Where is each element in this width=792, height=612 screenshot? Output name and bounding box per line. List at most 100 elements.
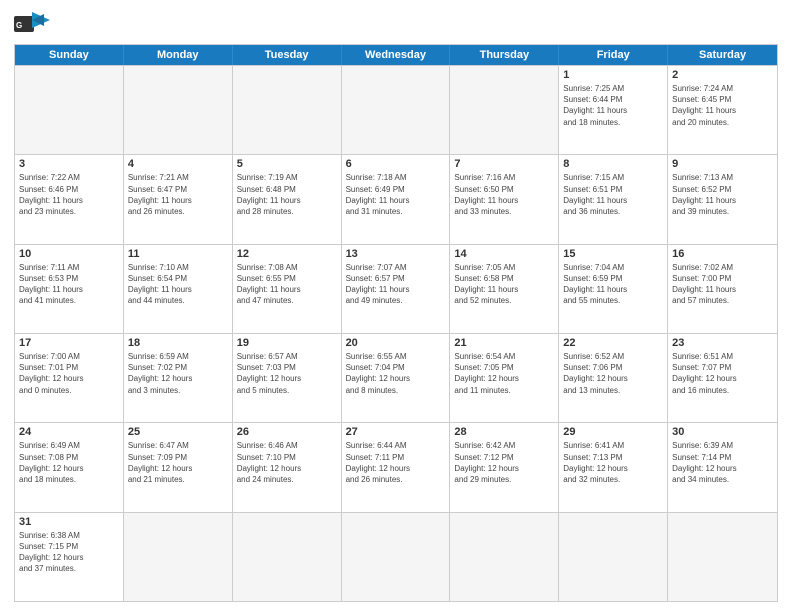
cell-info: Sunrise: 7:16 AMSunset: 6:50 PMDaylight:… [454,172,554,217]
calendar-row: 17 Sunrise: 7:00 AMSunset: 7:01 PMDayligh… [15,333,777,422]
day-number: 16 [672,248,773,260]
logo-icon: G [14,10,50,38]
calendar-cell: 17 Sunrise: 7:00 AMSunset: 7:01 PMDayligh… [15,334,124,422]
calendar-body: 1Sunrise: 7:25 AMSunset: 6:44 PMDaylight… [15,65,777,601]
calendar-cell: 19 Sunrise: 6:57 AMSunset: 7:03 PMDayligh… [233,334,342,422]
svg-text:G: G [16,21,22,30]
cell-info: Sunrise: 7:15 AMSunset: 6:51 PMDaylight:… [563,172,663,217]
cell-info: Sunrise: 6:41 AMSunset: 7:13 PMDaylight:… [563,440,663,485]
calendar-cell [342,66,451,154]
calendar-cell [342,513,451,601]
calendar-cell: 14 Sunrise: 7:05 AMSunset: 6:58 PMDayligh… [450,245,559,333]
day-number: 21 [454,337,554,349]
cell-info: Sunrise: 6:42 AMSunset: 7:12 PMDaylight:… [454,440,554,485]
calendar-cell: 30 Sunrise: 6:39 AMSunset: 7:14 PMDayligh… [668,423,777,511]
day-number: 12 [237,248,337,260]
calendar-cell: 20Sunrise: 6:55 AMSunset: 7:04 PMDayligh… [342,334,451,422]
day-number: 7 [454,158,554,170]
calendar-cell: 27 Sunrise: 6:44 AMSunset: 7:11 PMDayligh… [342,423,451,511]
calendar-cell [233,513,342,601]
cell-info: Sunrise: 7:05 AMSunset: 6:58 PMDaylight:… [454,262,554,307]
calendar-header: SundayMondayTuesdayWednesdayThursdayFrid… [15,45,777,65]
calendar-cell: 1Sunrise: 7:25 AMSunset: 6:44 PMDaylight… [559,66,668,154]
day-number: 19 [237,337,337,349]
calendar-cell [450,513,559,601]
calendar-cell: 16 Sunrise: 7:02 AMSunset: 7:00 PMDayligh… [668,245,777,333]
cell-info: Sunrise: 7:18 AMSunset: 6:49 PMDaylight:… [346,172,446,217]
calendar-cell: 15 Sunrise: 7:04 AMSunset: 6:59 PMDayligh… [559,245,668,333]
calendar-cell: 25 Sunrise: 6:47 AMSunset: 7:09 PMDayligh… [124,423,233,511]
cell-info: Sunrise: 6:59 AMSunset: 7:02 PMDaylight:… [128,351,228,396]
calendar-cell [559,513,668,601]
day-number: 23 [672,337,773,349]
calendar-cell: 13 Sunrise: 7:07 AMSunset: 6:57 PMDayligh… [342,245,451,333]
cell-info: Sunrise: 6:47 AMSunset: 7:09 PMDaylight:… [128,440,228,485]
calendar-cell: 9 Sunrise: 7:13 AMSunset: 6:52 PMDaylight… [668,155,777,243]
day-number: 2 [672,69,773,81]
calendar-cell: 4Sunrise: 7:21 AMSunset: 6:47 PMDaylight… [124,155,233,243]
day-number: 20 [346,337,446,349]
cell-info: Sunrise: 6:44 AMSunset: 7:11 PMDaylight:… [346,440,446,485]
day-number: 8 [563,158,663,170]
calendar-cell: 24 Sunrise: 6:49 AMSunset: 7:08 PMDayligh… [15,423,124,511]
cell-info: Sunrise: 6:57 AMSunset: 7:03 PMDaylight:… [237,351,337,396]
weekday-header: Monday [124,45,233,65]
calendar-cell: 3 Sunrise: 7:22 AMSunset: 6:46 PMDaylight… [15,155,124,243]
calendar-cell [233,66,342,154]
calendar-cell [450,66,559,154]
cell-info: Sunrise: 6:51 AMSunset: 7:07 PMDaylight:… [672,351,773,396]
calendar-row: 10 Sunrise: 7:11 AMSunset: 6:53 PMDayligh… [15,244,777,333]
cell-info: Sunrise: 7:02 AMSunset: 7:00 PMDaylight:… [672,262,773,307]
day-number: 11 [128,248,228,260]
day-number: 1 [563,69,663,81]
day-number: 27 [346,426,446,438]
cell-info: Sunrise: 7:07 AMSunset: 6:57 PMDaylight:… [346,262,446,307]
weekday-header: Tuesday [233,45,342,65]
day-number: 15 [563,248,663,260]
day-number: 31 [19,516,119,528]
day-number: 30 [672,426,773,438]
cell-info: Sunrise: 6:49 AMSunset: 7:08 PMDaylight:… [19,440,119,485]
calendar-cell: 26Sunrise: 6:46 AMSunset: 7:10 PMDayligh… [233,423,342,511]
day-number: 5 [237,158,337,170]
cell-info: Sunrise: 7:11 AMSunset: 6:53 PMDaylight:… [19,262,119,307]
weekday-header: Sunday [15,45,124,65]
weekday-header: Wednesday [342,45,451,65]
day-number: 14 [454,248,554,260]
cell-info: Sunrise: 7:13 AMSunset: 6:52 PMDaylight:… [672,172,773,217]
cell-info: Sunrise: 6:39 AMSunset: 7:14 PMDaylight:… [672,440,773,485]
calendar-cell: 6Sunrise: 7:18 AMSunset: 6:49 PMDaylight… [342,155,451,243]
day-number: 10 [19,248,119,260]
day-number: 3 [19,158,119,170]
calendar-cell: 7 Sunrise: 7:16 AMSunset: 6:50 PMDaylight… [450,155,559,243]
cell-info: Sunrise: 7:08 AMSunset: 6:55 PMDaylight:… [237,262,337,307]
day-number: 24 [19,426,119,438]
cell-info: Sunrise: 7:21 AMSunset: 6:47 PMDaylight:… [128,172,228,217]
cell-info: Sunrise: 7:19 AMSunset: 6:48 PMDaylight:… [237,172,337,217]
calendar-row: 24 Sunrise: 6:49 AMSunset: 7:08 PMDayligh… [15,422,777,511]
calendar-cell: 18Sunrise: 6:59 AMSunset: 7:02 PMDayligh… [124,334,233,422]
cell-info: Sunrise: 6:38 AMSunset: 7:15 PMDaylight:… [19,530,119,575]
weekday-header: Saturday [668,45,777,65]
calendar-row: 3 Sunrise: 7:22 AMSunset: 6:46 PMDaylight… [15,154,777,243]
calendar-cell: 8 Sunrise: 7:15 AMSunset: 6:51 PMDaylight… [559,155,668,243]
cell-info: Sunrise: 7:00 AMSunset: 7:01 PMDaylight:… [19,351,119,396]
header: G [14,10,778,38]
calendar-cell: 12 Sunrise: 7:08 AMSunset: 6:55 PMDayligh… [233,245,342,333]
calendar-cell: 22Sunrise: 6:52 AMSunset: 7:06 PMDayligh… [559,334,668,422]
page: G SundayMondayTuesdayWednesdayThursdayFr… [0,0,792,612]
calendar-cell [15,66,124,154]
calendar-cell [124,513,233,601]
cell-info: Sunrise: 6:54 AMSunset: 7:05 PMDaylight:… [454,351,554,396]
day-number: 13 [346,248,446,260]
day-number: 17 [19,337,119,349]
day-number: 25 [128,426,228,438]
day-number: 26 [237,426,337,438]
cell-info: Sunrise: 7:04 AMSunset: 6:59 PMDaylight:… [563,262,663,307]
calendar-cell: 10 Sunrise: 7:11 AMSunset: 6:53 PMDayligh… [15,245,124,333]
day-number: 9 [672,158,773,170]
calendar-row: 1Sunrise: 7:25 AMSunset: 6:44 PMDaylight… [15,65,777,154]
calendar-cell: 28Sunrise: 6:42 AMSunset: 7:12 PMDayligh… [450,423,559,511]
cell-info: Sunrise: 7:22 AMSunset: 6:46 PMDaylight:… [19,172,119,217]
calendar-cell: 2Sunrise: 7:24 AMSunset: 6:45 PMDaylight… [668,66,777,154]
